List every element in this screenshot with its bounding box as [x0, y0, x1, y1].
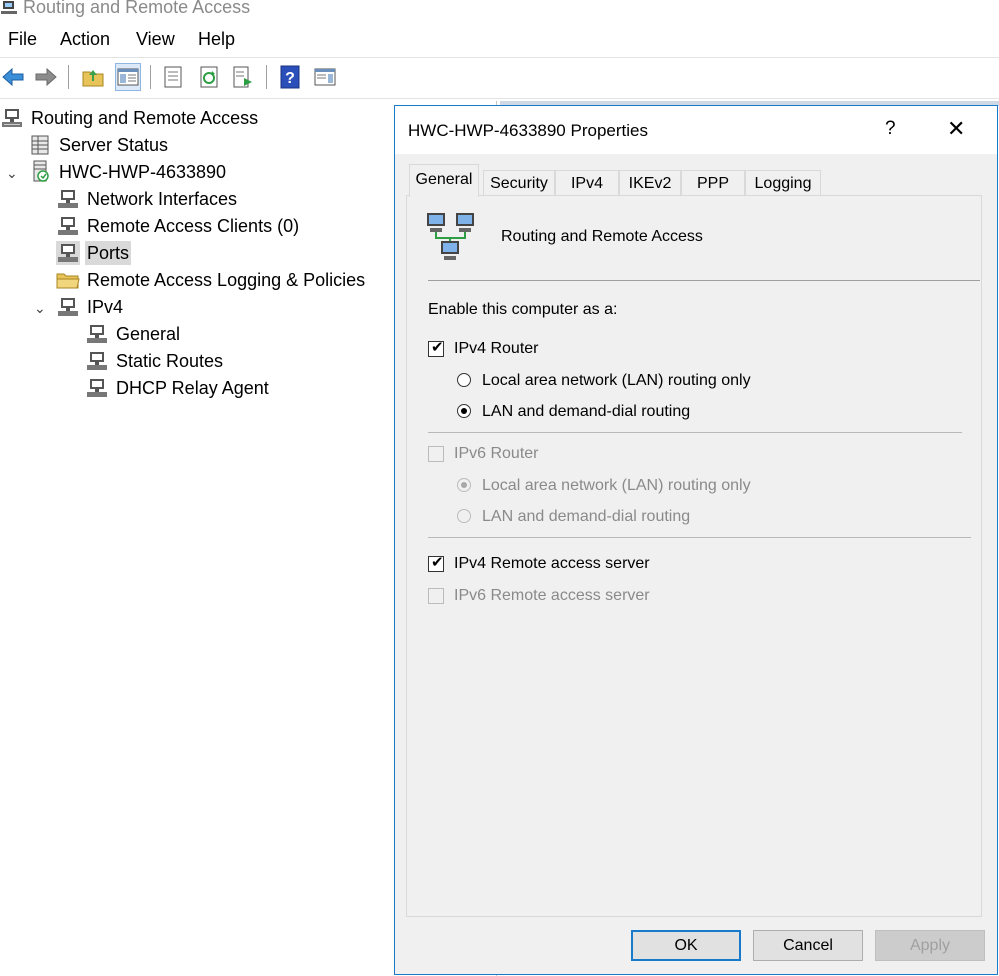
- menu-action[interactable]: Action: [60, 29, 110, 50]
- tab-ipv4[interactable]: IPv4: [555, 170, 619, 196]
- ipv6-lan-demand-radio[interactable]: [457, 509, 471, 523]
- tree-item-ipv4-general[interactable]: General: [85, 321, 182, 347]
- tree-item-network-interfaces[interactable]: Network Interfaces: [56, 186, 239, 212]
- toolbar-separator: [266, 65, 267, 89]
- ipv4-lan-demand-label: LAN and demand-dial routing: [482, 403, 691, 420]
- dialog-title: HWC-HWP-4633890 Properties: [408, 121, 648, 140]
- dialog-header-text: Routing and Remote Access: [501, 228, 703, 245]
- ipv6-lan-demand-label: LAN and demand-dial routing: [482, 508, 691, 525]
- network-computers-icon: [416, 211, 476, 272]
- forward-arrow-icon[interactable]: [33, 63, 59, 91]
- up-folder-icon[interactable]: [80, 63, 106, 91]
- network-computer-icon: [56, 241, 80, 265]
- rras-app-icon: [0, 0, 18, 23]
- console-tree: Routing and Remote Access Server Status …: [0, 102, 394, 976]
- tree-item-ports[interactable]: Ports: [56, 240, 132, 266]
- server-list-icon: [28, 133, 52, 157]
- tree-item-logging-policies[interactable]: Remote Access Logging & Policies: [56, 267, 367, 293]
- tree-item-server-status[interactable]: Server Status: [28, 132, 170, 158]
- network-computer-icon: [56, 187, 80, 211]
- tree-item-ipv4[interactable]: IPv4: [56, 294, 125, 320]
- menu-help[interactable]: Help: [198, 29, 235, 50]
- export-list-icon[interactable]: [230, 63, 256, 91]
- ipv4-router-checkbox[interactable]: ✔: [428, 339, 444, 357]
- network-computer-icon: [85, 349, 109, 373]
- ipv4-ras-checkbox[interactable]: ✔: [428, 554, 444, 572]
- network-computer-icon: [56, 214, 80, 238]
- dialog-titlebar: HWC-HWP-4633890 Properties ? ✕: [395, 106, 997, 154]
- properties-dialog: HWC-HWP-4633890 Properties ? ✕ General S…: [394, 105, 998, 975]
- close-icon[interactable]: ✕: [947, 116, 965, 142]
- back-arrow-icon[interactable]: [0, 63, 26, 91]
- tab-general[interactable]: General: [409, 164, 479, 197]
- ok-button[interactable]: OK: [631, 930, 741, 961]
- help-icon[interactable]: ?: [277, 63, 303, 91]
- checkmark-icon: ✔: [431, 554, 444, 571]
- chevron-down-icon[interactable]: ⌄: [6, 165, 18, 182]
- network-computer-icon: [56, 295, 80, 319]
- apply-button[interactable]: Apply: [875, 930, 985, 961]
- toolbar: ?: [0, 60, 999, 94]
- ipv4-router-label: IPv4 Router: [454, 340, 539, 357]
- section-divider: [428, 432, 962, 433]
- tab-ikev2[interactable]: IKEv2: [619, 170, 681, 196]
- tab-strip: General Security IPv4 IKEv2 PPP Logging: [395, 164, 997, 197]
- tab-logging[interactable]: Logging: [745, 170, 821, 196]
- checkmark-icon: ✔: [431, 339, 444, 356]
- tree-item-remote-access-clients[interactable]: Remote Access Clients (0): [56, 213, 301, 239]
- ipv6-router-label: IPv6 Router: [454, 445, 539, 462]
- ipv6-ras-checkbox[interactable]: [428, 588, 444, 604]
- server-running-icon: [28, 160, 52, 184]
- help-icon[interactable]: ?: [885, 118, 896, 140]
- chevron-down-icon[interactable]: ⌄: [34, 300, 46, 317]
- ipv6-router-checkbox[interactable]: [428, 446, 444, 462]
- ipv4-lan-demand-radio[interactable]: [457, 404, 471, 418]
- window-title: Routing and Remote Access: [23, 0, 251, 17]
- menu-separator: [0, 57, 999, 58]
- refresh-icon[interactable]: [196, 63, 222, 91]
- ipv6-lan-only-radio[interactable]: [457, 478, 471, 492]
- ipv4-lan-only-label: Local area network (LAN) routing only: [482, 372, 751, 389]
- tree-item-server[interactable]: HWC-HWP-4633890: [28, 159, 228, 185]
- section-divider: [428, 537, 971, 538]
- folder-icon: [56, 268, 80, 292]
- show-hide-tree-icon[interactable]: [115, 63, 141, 91]
- ipv6-ras-label: IPv6 Remote access server: [454, 587, 650, 604]
- radio-dot: [461, 408, 467, 414]
- svg-text:?: ?: [285, 70, 295, 87]
- window-titlebar: Routing and Remote Access: [0, 0, 999, 22]
- header-divider: [428, 280, 980, 281]
- rras-node-icon: [0, 106, 24, 130]
- menu-view[interactable]: View: [136, 29, 175, 50]
- tab-ppp[interactable]: PPP: [681, 170, 745, 196]
- properties-icon[interactable]: [160, 63, 186, 91]
- show-action-pane-icon[interactable]: [312, 63, 338, 91]
- toolbar-separator: [150, 65, 151, 89]
- tab-security[interactable]: Security: [483, 170, 555, 196]
- toolbar-separator-line: [0, 98, 999, 99]
- ipv4-ras-label: IPv4 Remote access server: [454, 555, 650, 572]
- tree-item-root[interactable]: Routing and Remote Access: [0, 105, 260, 131]
- toolbar-separator: [68, 65, 69, 89]
- tree-item-static-routes[interactable]: Static Routes: [85, 348, 225, 374]
- cancel-button[interactable]: Cancel: [753, 930, 863, 961]
- enable-as-label: Enable this computer as a:: [428, 301, 618, 318]
- network-computer-icon: [85, 322, 109, 346]
- ipv6-lan-only-label: Local area network (LAN) routing only: [482, 477, 751, 494]
- radio-dot: [461, 482, 467, 488]
- tree-item-dhcp-relay[interactable]: DHCP Relay Agent: [85, 375, 271, 401]
- network-computer-icon: [85, 376, 109, 400]
- menu-file[interactable]: File: [8, 29, 37, 50]
- menu-bar: File Action View Help: [0, 26, 999, 54]
- ipv4-lan-only-radio[interactable]: [457, 373, 471, 387]
